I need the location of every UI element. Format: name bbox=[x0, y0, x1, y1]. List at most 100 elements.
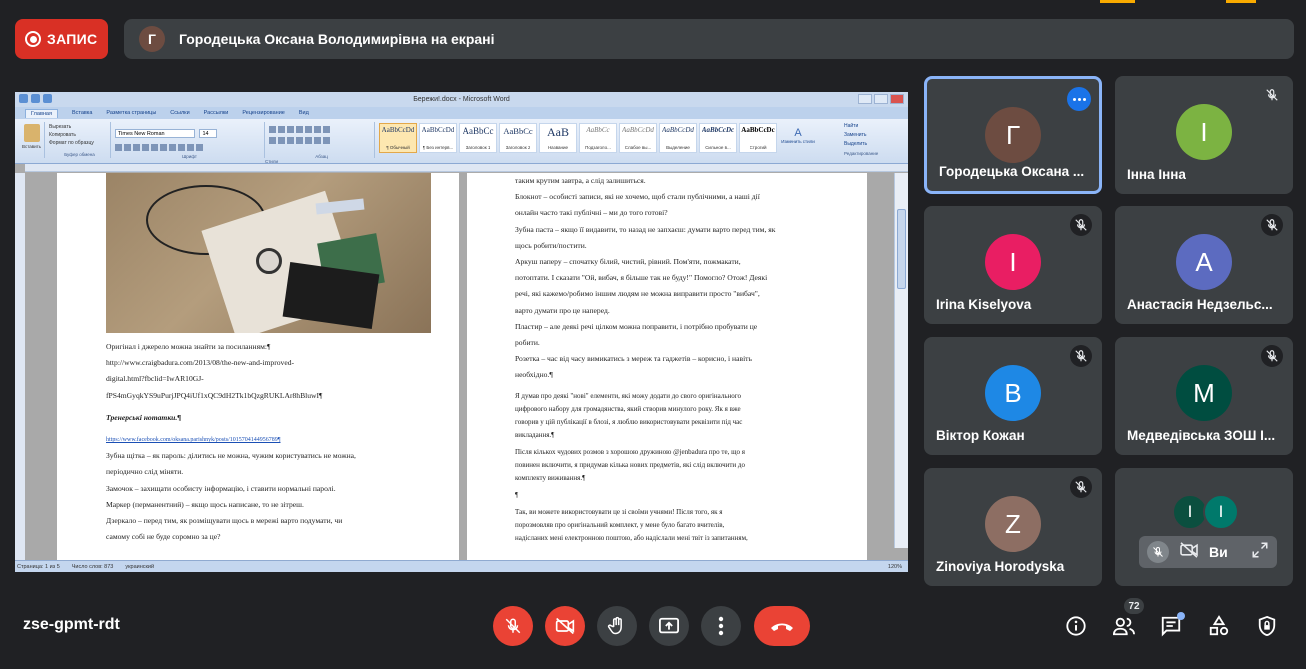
close-icon bbox=[890, 94, 904, 104]
participant-name: Анастасія Недзельс... bbox=[1127, 297, 1273, 312]
hang-up-icon bbox=[771, 623, 793, 631]
style-item: AaBbCc Подзаголо... bbox=[579, 123, 617, 153]
paste-icon bbox=[23, 124, 40, 142]
document-photo bbox=[106, 173, 431, 333]
participant-name: Інна Інна bbox=[1127, 167, 1186, 182]
style-item: AaBbCcDd ¶ Без интерв... bbox=[419, 123, 457, 153]
mic-toggle-button[interactable] bbox=[493, 606, 533, 646]
more-options-button[interactable] bbox=[701, 606, 741, 646]
present-screen-button[interactable] bbox=[649, 606, 689, 646]
mic-off-icon bbox=[1261, 84, 1283, 106]
raise-hand-button[interactable] bbox=[597, 606, 637, 646]
leave-call-button[interactable] bbox=[754, 606, 810, 646]
word-ribbon: Вставить Вырезать Копировать Формат по о… bbox=[15, 119, 908, 164]
paragraph-group: Абзац bbox=[269, 122, 375, 159]
shield-lock-icon bbox=[1258, 615, 1276, 637]
meeting-code: zse-gpmt-rdt bbox=[23, 616, 120, 633]
expand-icon[interactable] bbox=[1251, 541, 1269, 564]
self-view-controls: Ви bbox=[1139, 536, 1277, 568]
minimize-icon bbox=[858, 94, 872, 104]
change-styles-icon: A bbox=[794, 127, 802, 139]
status-page: Страница: 1 из 5 bbox=[17, 563, 60, 570]
more-vert-icon bbox=[718, 616, 724, 636]
format-painter-label: Формат по образцу bbox=[49, 140, 94, 146]
word-tab: Ссылки bbox=[170, 110, 190, 116]
document-area: Оригінал і джерело можна знайти за посил… bbox=[15, 173, 908, 560]
copy-label: Копировать bbox=[49, 132, 76, 138]
participant-name: Городецька Оксана ... bbox=[939, 164, 1085, 179]
editing-group-label: Редактирование bbox=[844, 151, 879, 156]
right-page-text: таким крутим завтра, а слід залишиться. … bbox=[515, 176, 776, 542]
presenter-text: Городецька Оксана Володимирівна на екран… bbox=[179, 31, 495, 47]
more-options-icon[interactable] bbox=[1067, 87, 1091, 111]
mic-off-icon bbox=[505, 618, 521, 634]
status-words: Число слов: 873 bbox=[71, 563, 114, 570]
participant-avatar: I bbox=[1203, 494, 1239, 530]
camera-off-icon[interactable] bbox=[1179, 541, 1199, 563]
participant-name: Zinoviya Horodyska bbox=[936, 559, 1065, 574]
word-title-bar: Бережи!.docx - Microsoft Word bbox=[15, 92, 908, 107]
word-tab: Вид bbox=[298, 110, 309, 116]
style-item: AaBbCcDd Выделение bbox=[659, 123, 697, 153]
participant-tile[interactable]: Z Zinoviya Horodyska bbox=[924, 468, 1102, 586]
recording-button[interactable]: ЗАПИС bbox=[15, 19, 108, 59]
camera-off-icon bbox=[555, 617, 575, 635]
document-page-right: таким крутим завтра, а слід залишиться. … bbox=[467, 173, 867, 560]
styles-gallery: AaBbCcDd ¶ Обычный AaBbCcDd ¶ Без интерв..… bbox=[265, 122, 836, 164]
participant-tile[interactable]: Г Городецька Оксана ... bbox=[924, 76, 1102, 194]
present-icon bbox=[659, 617, 679, 634]
change-styles-button: A Изменить стили bbox=[779, 123, 817, 144]
chat-notification-dot bbox=[1177, 612, 1185, 620]
participant-tile[interactable]: І Інна Інна bbox=[1115, 76, 1293, 194]
editing-group: Найти Заменить Выделить Редактирование bbox=[840, 122, 904, 160]
presenter-banner: Г Городецька Оксана Володимирівна на екр… bbox=[124, 19, 1294, 59]
self-view-tile[interactable]: I I Ви bbox=[1115, 468, 1293, 586]
participant-tile[interactable]: М Медведівська ЗОШ І... bbox=[1115, 337, 1293, 455]
word-ribbon-tabs: Главная Вставка Разметка страницы Ссылки… bbox=[15, 107, 908, 119]
participant-tile[interactable]: А Анастасія Недзельс... bbox=[1115, 206, 1293, 324]
hand-icon bbox=[607, 616, 622, 635]
activities-button[interactable] bbox=[1205, 612, 1233, 640]
replace-label: Заменить bbox=[844, 132, 867, 138]
horizontal-ruler bbox=[25, 164, 908, 172]
style-item: AaB Название bbox=[539, 123, 577, 153]
style-item: AaBbCcDc Строгий bbox=[739, 123, 777, 153]
participant-name: Irina Kiselyova bbox=[936, 297, 1032, 312]
styles-group-label: Стили bbox=[265, 159, 278, 164]
record-icon bbox=[25, 31, 41, 47]
undo-icon bbox=[43, 94, 52, 103]
word-tab: Вставка bbox=[71, 110, 93, 116]
word-tab: Разметка страницы bbox=[106, 110, 157, 116]
camera-toggle-button[interactable] bbox=[545, 606, 585, 646]
select-label: Выделить bbox=[844, 141, 868, 147]
font-group-label: Шрифт bbox=[182, 154, 197, 159]
font-format-buttons bbox=[115, 144, 264, 151]
font-name-box: Times New Roman bbox=[115, 129, 195, 138]
meeting-info-button[interactable] bbox=[1062, 612, 1090, 640]
clipboard-group: Вырезать Копировать Формат по образцу Бу… bbox=[49, 122, 111, 158]
people-icon bbox=[1112, 617, 1135, 636]
participant-name: Медведівська ЗОШ І... bbox=[1127, 428, 1276, 443]
status-zoom: 120% bbox=[887, 563, 902, 570]
mic-off-icon bbox=[1070, 214, 1092, 236]
participant-tile[interactable]: I Irina Kiselyova bbox=[924, 206, 1102, 324]
participant-tile[interactable]: В Віктор Кожан bbox=[924, 337, 1102, 455]
font-size-box: 14 bbox=[199, 129, 218, 138]
find-label: Найти bbox=[844, 123, 859, 129]
paste-group: Вставить bbox=[19, 122, 45, 158]
word-tab: Рецензирование bbox=[242, 110, 285, 116]
mic-off-icon[interactable] bbox=[1147, 541, 1169, 563]
mic-off-icon bbox=[1070, 345, 1092, 367]
presenter-avatar: Г bbox=[139, 26, 165, 52]
style-item: AaBbCc Заголовок 1 bbox=[459, 123, 497, 153]
host-controls-button[interactable] bbox=[1253, 612, 1281, 640]
participants-button[interactable] bbox=[1110, 612, 1138, 640]
paste-label: Вставить bbox=[21, 144, 42, 149]
participant-avatar: М bbox=[1176, 365, 1232, 421]
word-logo-icon bbox=[19, 94, 28, 103]
word-window-title: Бережи!.docx - Microsoft Word bbox=[413, 96, 510, 103]
participant-avatar: I bbox=[985, 234, 1041, 290]
maximize-icon bbox=[874, 94, 888, 104]
participant-avatar: Z bbox=[985, 496, 1041, 552]
document-page-left: Оригінал і джерело можна знайти за посил… bbox=[57, 173, 459, 560]
